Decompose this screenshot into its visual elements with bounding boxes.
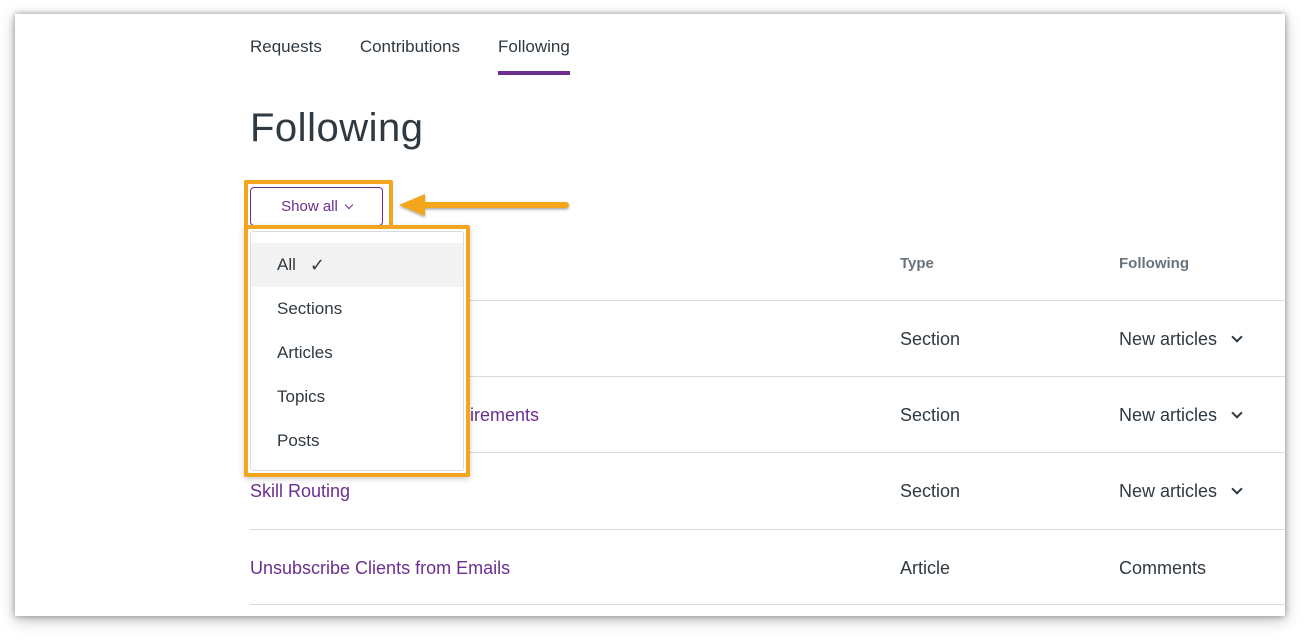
column-header-following: Following xyxy=(1119,255,1189,272)
menu-item-all[interactable]: All ✓ xyxy=(251,243,463,287)
filter-dropdown-menu: All ✓ Sections Articles Topics Posts xyxy=(250,231,464,471)
row-type: Article xyxy=(900,557,951,578)
menu-item-sections[interactable]: Sections xyxy=(251,287,463,331)
column-header-type: Type xyxy=(900,255,934,272)
tab-following[interactable]: Following xyxy=(498,14,570,75)
profile-tabs: Requests Contributions Following xyxy=(250,14,608,76)
filter-dropdown-highlight: All ✓ Sections Articles Topics Posts xyxy=(244,225,470,477)
chevron-down-icon xyxy=(344,200,354,210)
tab-contributions[interactable]: Contributions xyxy=(360,14,460,75)
annotation-arrow-icon xyxy=(399,194,569,216)
following-value: New articles xyxy=(1119,480,1218,501)
chevron-down-icon xyxy=(1231,406,1243,419)
menu-item-posts[interactable]: Posts xyxy=(251,419,463,463)
following-value: Comments xyxy=(1119,557,1207,578)
following-value: New articles xyxy=(1119,328,1218,349)
row-type: Section xyxy=(900,328,961,349)
filter-button-label: Show all xyxy=(281,198,338,215)
following-select[interactable]: New articles xyxy=(1119,301,1243,377)
row-title-link[interactable]: Unsubscribe Clients from Emails xyxy=(250,530,510,606)
menu-item-label: All xyxy=(277,255,296,274)
show-all-filter-button[interactable]: Show all xyxy=(250,187,383,226)
row-title-text: uirements xyxy=(460,404,540,425)
following-value: New articles xyxy=(1119,404,1218,425)
row-type: Section xyxy=(900,480,961,501)
checkmark-icon: ✓ xyxy=(309,254,325,275)
following-select[interactable]: New articles xyxy=(1119,453,1243,529)
chevron-down-icon xyxy=(1231,482,1243,495)
table-row: Unsubscribe Clients from Emails Article … xyxy=(250,529,1285,605)
following-select[interactable]: New articles xyxy=(1119,377,1243,453)
menu-item-topics[interactable]: Topics xyxy=(251,375,463,419)
page-title: Following xyxy=(250,106,424,150)
app-window: Requests Contributions Following Followi… xyxy=(15,14,1285,616)
menu-item-articles[interactable]: Articles xyxy=(251,331,463,375)
row-type: Section xyxy=(900,404,961,425)
tab-requests[interactable]: Requests xyxy=(250,14,322,75)
chevron-down-icon xyxy=(1231,330,1243,343)
